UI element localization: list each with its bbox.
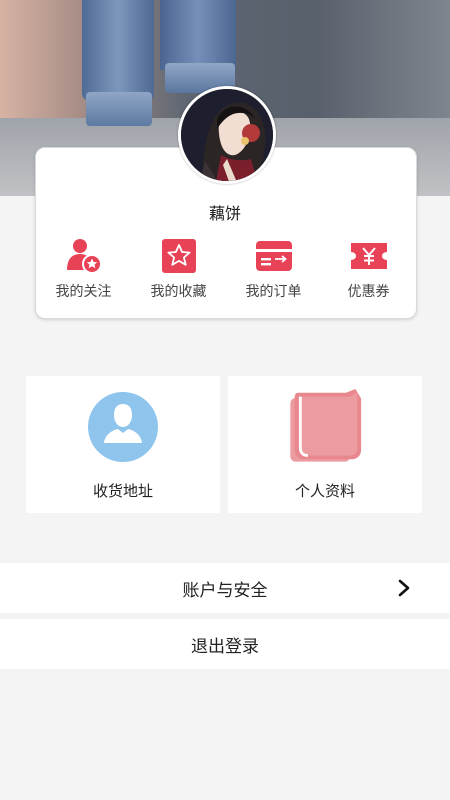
my-favorites-button[interactable]: 我的收藏 [131, 236, 226, 306]
my-follows-button[interactable]: 我的关注 [36, 236, 131, 306]
chevron-right-icon [398, 579, 410, 597]
my-favorites-label: 我的收藏 [150, 284, 207, 300]
card-arrow-icon [254, 236, 294, 276]
star-square-icon [159, 236, 199, 276]
avatar[interactable] [178, 86, 276, 184]
account-security-row[interactable]: 账户与安全 [0, 563, 450, 613]
coupons-button[interactable]: 优惠券 [321, 236, 416, 306]
photo-jeans-right [160, 0, 236, 70]
coupons-label: 优惠券 [347, 284, 390, 300]
my-follows-label: 我的关注 [55, 284, 112, 300]
shipping-address-label: 收货地址 [92, 482, 153, 500]
folder-icon [287, 389, 363, 465]
photo-cuff-left [86, 92, 152, 126]
personal-info-label: 个人资料 [294, 482, 355, 500]
account-security-label: 账户与安全 [182, 580, 268, 601]
photo-jeans-left [82, 0, 154, 100]
logout-label: 退出登录 [191, 636, 259, 657]
personal-info-tile[interactable]: 个人资料 [228, 376, 422, 513]
username: 藕饼 [208, 204, 241, 223]
my-orders-label: 我的订单 [245, 284, 302, 300]
my-orders-button[interactable]: 我的订单 [226, 236, 321, 306]
user-circle-icon [85, 389, 161, 465]
shipping-address-tile[interactable]: 收货地址 [26, 376, 220, 513]
logout-button[interactable]: 退出登录 [0, 619, 450, 669]
quick-actions: 我的关注 我的收藏 我的订单 优惠券 [36, 236, 416, 306]
user-star-icon [64, 236, 104, 276]
yen-ticket-icon [349, 236, 389, 276]
